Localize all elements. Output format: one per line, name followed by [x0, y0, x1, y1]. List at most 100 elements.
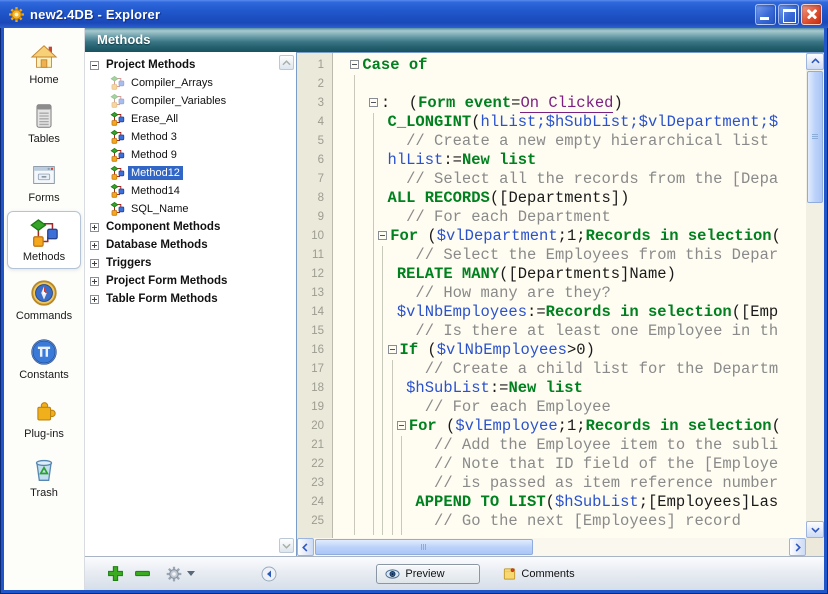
line-number: 13	[297, 284, 333, 303]
sidebar-item-label: Commands	[16, 310, 72, 322]
tree-item-triggers[interactable]: Triggers	[85, 254, 278, 272]
horizontal-scrollbar[interactable]	[297, 538, 806, 556]
sidebar-item-label: Tables	[28, 133, 60, 145]
tree-item-label: Method 9	[128, 148, 180, 162]
method-icon	[110, 184, 125, 198]
options-gear-button[interactable]	[165, 562, 195, 586]
vertical-scrollbar[interactable]	[806, 53, 824, 538]
code-line: 19 // For each Employee	[297, 398, 806, 417]
line-number: 17	[297, 360, 333, 379]
tree-item-label: Method 3	[128, 130, 180, 144]
remove-method-button[interactable]	[134, 562, 151, 586]
line-number: 19	[297, 398, 333, 417]
code-text: // Note that ID field of the [Employe	[333, 455, 806, 474]
code-line: 11 // Select the Employees from this Dep…	[297, 246, 806, 265]
line-number: 4	[297, 113, 333, 132]
code-line: 3 : (Form event=On Clicked)	[297, 94, 806, 113]
expander-minus-icon[interactable]	[90, 61, 99, 70]
expander-plus-icon[interactable]	[90, 277, 99, 286]
line-number: 22	[297, 455, 333, 474]
scroll-down-button[interactable]	[806, 521, 824, 538]
line-number: 8	[297, 189, 333, 208]
tree-item-project-methods[interactable]: Project Methods	[85, 56, 278, 74]
maximize-button[interactable]	[778, 4, 799, 25]
minimize-button[interactable]	[755, 4, 776, 25]
tree-item-label: Erase_All	[128, 112, 181, 126]
horizontal-scroll-thumb[interactable]	[315, 539, 533, 555]
line-number: 24	[297, 493, 333, 512]
collapse-panel-button[interactable]	[261, 562, 277, 586]
tree-item-label: Table Form Methods	[103, 292, 221, 306]
code-text: // For each Employee	[333, 398, 806, 417]
tree-item-method14[interactable]: Method14	[85, 182, 278, 200]
sidebar-item-commands[interactable]: Commands	[7, 270, 81, 328]
tree-item-project-form-methods[interactable]: Project Form Methods	[85, 272, 278, 290]
comments-button[interactable]: Comments	[502, 566, 574, 581]
sidebar-item-plugins[interactable]: Plug-ins	[7, 388, 81, 446]
sidebar-item-methods[interactable]: Methods	[7, 211, 81, 269]
tree-item-compiler-arrays[interactable]: Compiler_Arrays	[85, 74, 278, 92]
fold-collapse-icon[interactable]	[369, 98, 378, 107]
tree-item-sql-name[interactable]: SQL_Name	[85, 200, 278, 218]
tree-scroll-up-button[interactable]	[279, 55, 294, 70]
code-line: 17 // Create a child list for the Depart…	[297, 360, 806, 379]
code-text: $vlNbEmployees:=Records in selection([Em…	[333, 303, 806, 322]
fold-collapse-icon[interactable]	[388, 345, 397, 354]
fold-collapse-icon[interactable]	[350, 60, 359, 69]
line-number: 5	[297, 132, 333, 151]
titlebar[interactable]: new2.4DB - Explorer	[0, 0, 828, 28]
fold-collapse-icon[interactable]	[397, 421, 406, 430]
method-icon	[110, 94, 125, 108]
sidebar-item-home[interactable]: Home	[7, 34, 81, 92]
tree-item-erase-all[interactable]: Erase_All	[85, 110, 278, 128]
vertical-scroll-thumb[interactable]	[807, 71, 823, 203]
preview-button[interactable]: Preview	[376, 564, 480, 584]
sidebar-item-tables[interactable]: Tables	[7, 93, 81, 151]
tree-item-label: SQL_Name	[128, 202, 191, 216]
tree-item-compiler-variables[interactable]: Compiler_Variables	[85, 92, 278, 110]
tree-item-label: Project Form Methods	[103, 274, 230, 288]
line-number: 23	[297, 474, 333, 493]
sidebar-item-forms[interactable]: Forms	[7, 152, 81, 210]
code-line: 14 $vlNbEmployees:=Records in selection(…	[297, 303, 806, 322]
note-icon	[502, 566, 517, 581]
code-text: // Create a new empty hierarchical list	[333, 132, 806, 151]
code-text: // Add the Employee item to the subli	[333, 436, 806, 455]
expander-plus-icon[interactable]	[90, 241, 99, 250]
close-button[interactable]	[801, 4, 822, 25]
code-line: 13 // How many are they?	[297, 284, 806, 303]
scroll-up-button[interactable]	[806, 53, 824, 70]
method-icon	[110, 76, 125, 90]
add-method-button[interactable]	[107, 562, 124, 586]
sidebar-item-constants[interactable]: Constants	[7, 329, 81, 387]
expander-plus-icon[interactable]	[90, 295, 99, 304]
comments-button-label: Comments	[521, 568, 574, 580]
code-line: 12 RELATE MANY([Departments]Name)	[297, 265, 806, 284]
fold-collapse-icon[interactable]	[378, 231, 387, 240]
line-number: 20	[297, 417, 333, 436]
code-text: RELATE MANY([Departments]Name)	[333, 265, 806, 284]
tree-item-method-3[interactable]: Method 3	[85, 128, 278, 146]
tree-item-label: Compiler_Variables	[128, 94, 229, 108]
scroll-right-button[interactable]	[789, 538, 806, 556]
code-line: 7 // Select all the records from the [De…	[297, 170, 806, 189]
tree-scroll-down-button[interactable]	[279, 538, 294, 553]
tree-item-method-9[interactable]: Method 9	[85, 146, 278, 164]
window-title: new2.4DB - Explorer	[30, 7, 160, 22]
code-text: : (Form event=On Clicked)	[333, 94, 806, 113]
tree-item-table-form-methods[interactable]: Table Form Methods	[85, 290, 278, 308]
tree-item-component-methods[interactable]: Component Methods	[85, 218, 278, 236]
tree-item-label: Component Methods	[103, 220, 223, 234]
code-text: // How many are they?	[333, 284, 806, 303]
code-editor[interactable]: 1 Case of23 : (Form event=On Clicked)4 C…	[297, 53, 806, 538]
tree-item-database-methods[interactable]: Database Methods	[85, 236, 278, 254]
scroll-left-button[interactable]	[297, 538, 314, 556]
expander-plus-icon[interactable]	[90, 223, 99, 232]
tree-item-method12[interactable]: Method12	[85, 164, 278, 182]
forms-icon	[28, 159, 60, 191]
line-number: 7	[297, 170, 333, 189]
line-number: 18	[297, 379, 333, 398]
sidebar-item-trash[interactable]: Trash	[7, 447, 81, 505]
expander-plus-icon[interactable]	[90, 259, 99, 268]
home-icon	[28, 41, 60, 73]
